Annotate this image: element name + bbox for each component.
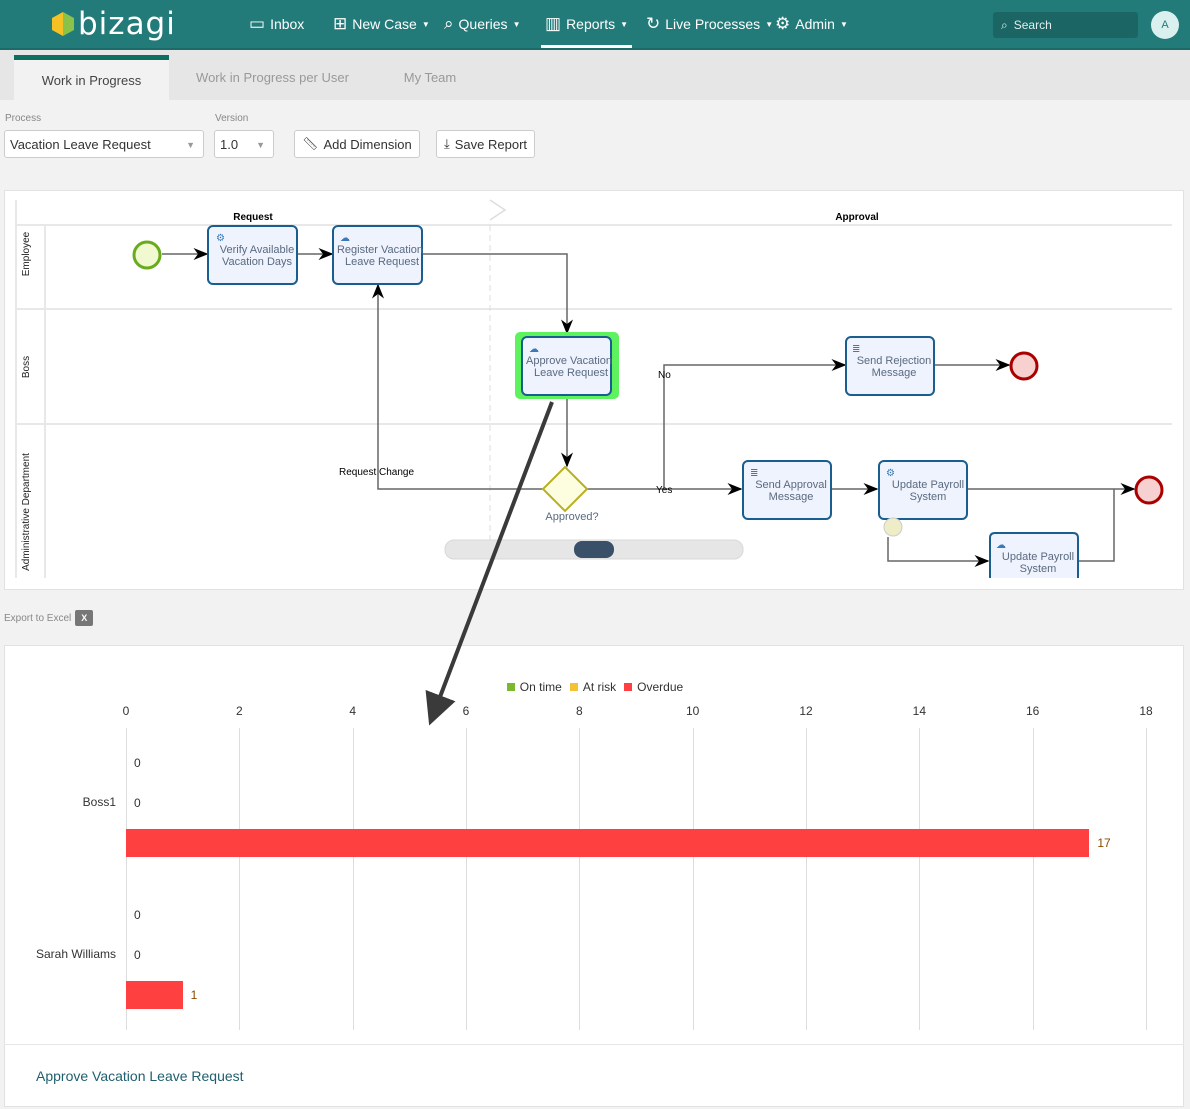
task-label: Register Vacation [337, 244, 423, 256]
category-label: Sarah Williams [35, 947, 116, 961]
gateway-approved[interactable] [541, 465, 589, 513]
task-label: Approve Vacation [526, 355, 612, 367]
phase-approval: Approval [835, 212, 879, 223]
start-event[interactable] [132, 240, 162, 270]
data-label: 17 [1097, 836, 1111, 850]
task-label: Verify Available [220, 244, 294, 256]
task-label: Leave Request [534, 367, 608, 379]
sequence-flows [162, 248, 1136, 567]
phase-request: Request [233, 212, 273, 223]
x-tick-label: 0 [122, 704, 130, 718]
export-to-excel-button[interactable]: Export to Excel X [4, 610, 94, 626]
legend-label: Overdue [637, 680, 684, 694]
end-event[interactable] [1009, 351, 1039, 381]
bar-overdue [126, 829, 1090, 857]
task-label: Update Payroll [1002, 551, 1074, 563]
data-label: 0 [134, 948, 141, 962]
gridline [1146, 728, 1147, 1030]
gridline [919, 728, 921, 1030]
error-boundary-event-icon [883, 517, 903, 537]
chart-panel [4, 645, 1184, 1107]
legend-swatch [624, 683, 633, 691]
lane-boss: Boss [21, 356, 32, 378]
chart-legend: On time At risk Overdue [0, 680, 1190, 694]
task-label: System [910, 491, 947, 503]
gridline [579, 728, 581, 1030]
x-tick-label: 2 [235, 704, 243, 718]
user-task-icon: ☁ [529, 344, 539, 355]
x-tick-label: 12 [799, 704, 813, 718]
user-task-icon: ☁ [996, 540, 1006, 551]
legend-label: At risk [582, 680, 617, 694]
gridline [806, 728, 807, 1030]
bar-overdue [126, 981, 183, 1009]
task-label: Message [769, 491, 814, 503]
legend-swatch [506, 683, 515, 691]
data-label: 0 [134, 756, 141, 770]
divider [4, 1044, 1184, 1045]
legend-overdue[interactable]: Overdue [624, 680, 683, 694]
legend-swatch [569, 683, 578, 691]
user-task-icon: ☁ [340, 233, 350, 244]
flow-label-request-change: Request Change [339, 467, 414, 478]
task-label: System [1020, 563, 1057, 575]
x-tick-label: 8 [575, 704, 583, 718]
service-task-icon: ⚙ [886, 468, 895, 479]
task-label: Vacation Days [222, 256, 293, 268]
legend-on-time[interactable]: On time [506, 680, 562, 694]
x-tick-label: 4 [349, 704, 356, 718]
category-label: Boss1 [82, 795, 116, 809]
x-tick-label: 14 [912, 704, 927, 718]
task-label: Leave Request [345, 256, 419, 268]
process-diagram: Request Approval Employee Boss Administr… [15, 199, 1172, 578]
gridline [692, 728, 694, 1030]
data-label: 1 [190, 988, 198, 1002]
export-label: Export to Excel [4, 612, 72, 624]
gridline [466, 728, 467, 1030]
x-tick-label: 10 [685, 704, 700, 718]
gridline [239, 728, 241, 1030]
x-tick-label: 18 [1139, 704, 1153, 718]
gridline [352, 728, 354, 1030]
chart-footer-title: Approve Vacation Leave Request [36, 1068, 244, 1084]
task-label: Update Payroll [892, 479, 964, 491]
task-label: Message [872, 367, 917, 379]
legend-at-risk[interactable]: At risk [569, 680, 617, 694]
script-task-icon: ≣ [852, 344, 860, 355]
x-tick-label: 16 [1025, 704, 1040, 718]
task-label: Send Approval [755, 479, 827, 491]
end-event[interactable] [1134, 475, 1164, 505]
data-label: 0 [134, 796, 141, 810]
service-task-icon: ⚙ [216, 233, 225, 244]
legend-label: On time [519, 680, 562, 694]
data-label: 0 [134, 908, 141, 922]
task-label: Send Rejection [857, 355, 932, 367]
flow-label-yes: Yes [656, 485, 672, 496]
gateway-label: Approved? [545, 511, 598, 523]
excel-icon: X [75, 610, 94, 626]
flow-label-no: No [658, 370, 671, 381]
script-task-icon: ≣ [750, 468, 758, 479]
lane-employee: Employee [21, 231, 32, 276]
lane-administrative-department: Administrative Department [21, 453, 32, 571]
x-tick-label: 6 [462, 704, 470, 718]
gridline [1032, 728, 1034, 1030]
scrollbar-thumb[interactable] [574, 541, 614, 558]
